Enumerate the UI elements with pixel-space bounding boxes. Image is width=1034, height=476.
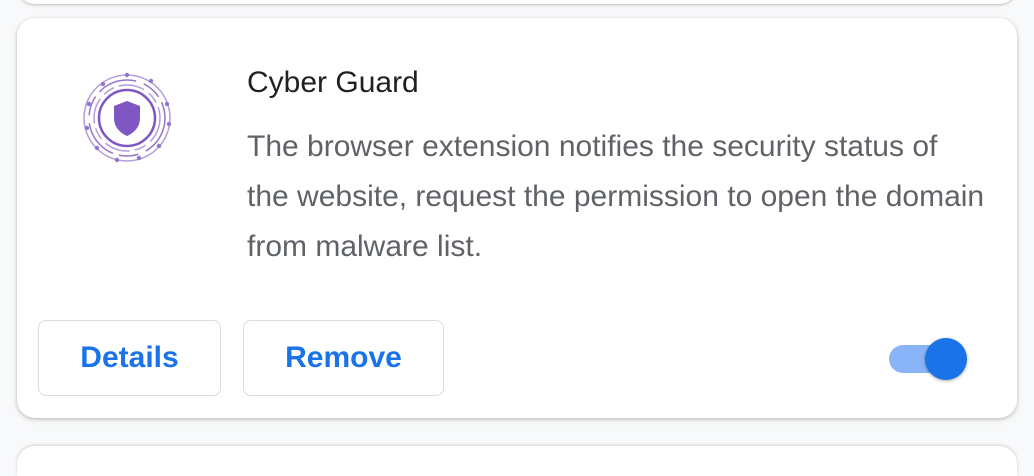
- previous-extension-card: [17, 0, 1017, 4]
- extension-card: Cyber Guard The browser extension notifi…: [17, 18, 1017, 418]
- extension-enable-toggle[interactable]: [889, 338, 969, 380]
- details-button[interactable]: Details: [38, 320, 221, 396]
- extension-description: The browser extension notifies the secur…: [247, 130, 985, 263]
- shield-circuit-icon: [79, 70, 175, 166]
- extension-name: Cyber Guard: [247, 66, 419, 99]
- remove-button[interactable]: Remove: [243, 320, 444, 396]
- toggle-knob: [925, 338, 967, 380]
- next-extension-card: [17, 446, 1017, 476]
